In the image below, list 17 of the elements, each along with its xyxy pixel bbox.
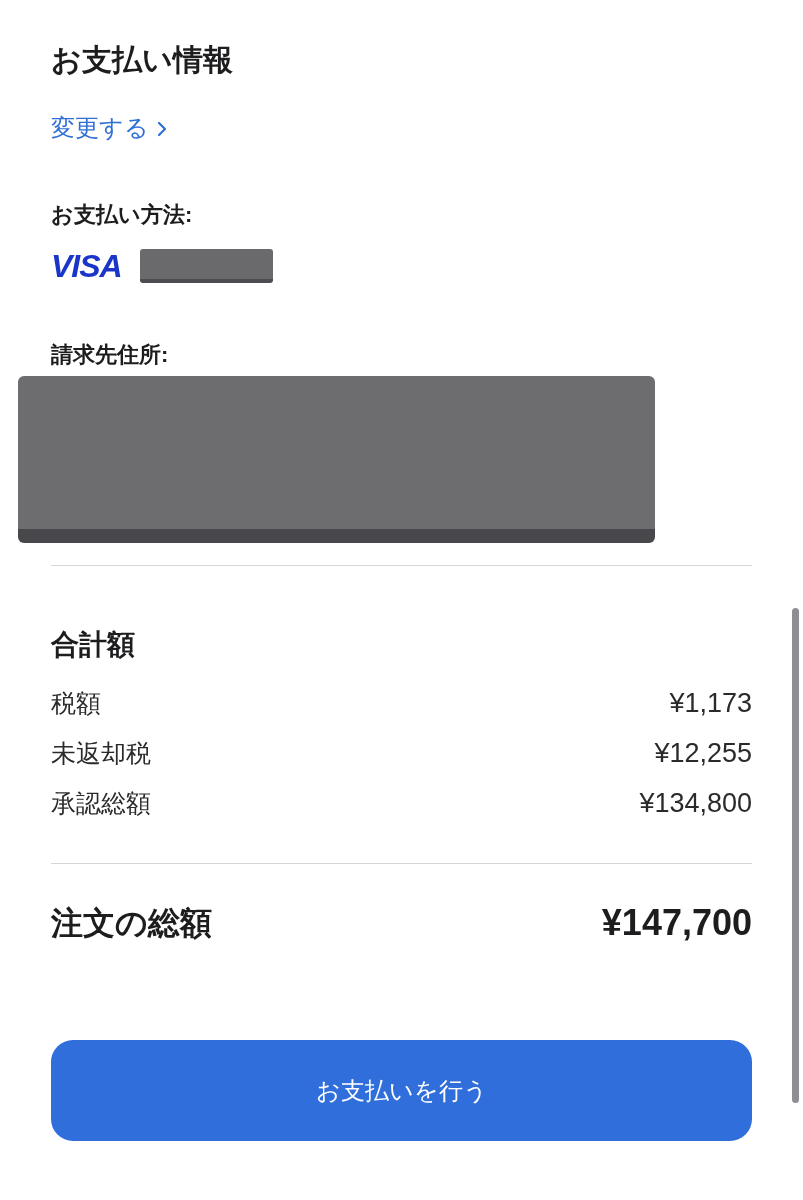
summary-label: 未返却税 [51,738,151,769]
payment-method-label: お支払い方法: [51,201,193,229]
pay-button[interactable]: お支払いを行う [51,1040,752,1141]
summary-amount: ¥134,800 [639,787,752,819]
summary-amount: ¥12,255 [654,737,752,769]
chevron-right-icon [157,121,167,137]
totals-title: 合計額 [51,628,135,662]
billing-address-label: 請求先住所: [51,341,169,369]
summary-label: 承認総額 [51,788,151,819]
card-logo: VISA [51,249,122,283]
section-title: お支払い情報 [51,42,233,78]
order-total-label: 注文の総額 [51,904,212,943]
order-total-amount: ¥147,700 [601,901,752,945]
change-link[interactable]: 変更する [51,113,167,143]
scrollbar[interactable] [792,608,799,1103]
summary-label: 税額 [51,688,101,719]
summary-amount: ¥1,173 [669,687,752,719]
